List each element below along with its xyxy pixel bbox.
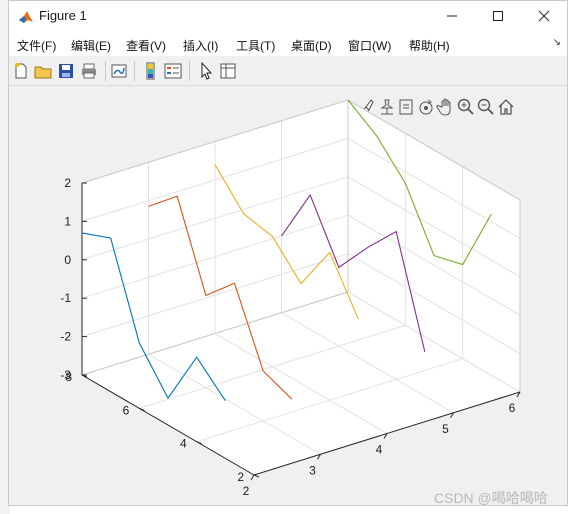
figure-window: Figure 1 文件(F) 编辑(E) 查看(V) 插入(I) 工具(T) 桌… — [8, 0, 568, 506]
z-tick-label: -2 — [60, 330, 71, 344]
y-tick-label: 2 — [237, 470, 244, 484]
link-plot-icon[interactable] — [109, 61, 129, 81]
toolbar-separator — [189, 61, 190, 81]
x-tick-label: 3 — [309, 463, 316, 477]
matlab-logo-icon — [17, 8, 35, 26]
new-figure-icon[interactable] — [11, 61, 31, 81]
x-tick-label: 5 — [442, 422, 449, 436]
z-tick-label: 1 — [64, 214, 71, 228]
z-tick-label: -1 — [60, 291, 71, 305]
menu-tools[interactable]: 工具(T) — [236, 37, 275, 54]
y-tick-mark — [253, 474, 260, 478]
x-tick-label: 4 — [376, 443, 383, 457]
y-tick-label: 6 — [123, 403, 130, 417]
menu-file[interactable]: 文件(F) — [17, 37, 56, 54]
edit-plot-icon[interactable] — [196, 61, 216, 81]
watermark: CSDN @喝哈喝哈 — [434, 490, 548, 506]
plot-axes[interactable]: 234562468-3-2-1012 — [9, 87, 569, 507]
z-tick-label: 0 — [64, 253, 71, 267]
menu-insert[interactable]: 插入(I) — [183, 37, 218, 54]
y-tick-label: 4 — [180, 437, 187, 451]
figure-toolbar — [9, 56, 567, 86]
open-file-icon[interactable] — [33, 61, 53, 81]
maximize-icon — [493, 11, 503, 21]
menu-overflow-icon[interactable]: ↘ — [553, 37, 561, 48]
maximize-button[interactable] — [475, 1, 521, 32]
menu-view[interactable]: 查看(V) — [126, 37, 166, 54]
z-tick-label: 2 — [64, 176, 71, 190]
print-icon[interactable] — [79, 61, 99, 81]
insert-colorbar-icon[interactable] — [141, 61, 161, 81]
menu-help[interactable]: 帮助(H) — [409, 37, 450, 54]
x-tick-mark — [250, 474, 255, 481]
x-tick-label: 6 — [509, 401, 516, 415]
z-tick-label: -3 — [60, 368, 71, 382]
menu-bar: 文件(F) 编辑(E) 查看(V) 插入(I) 工具(T) 桌面(D) 窗口(W… — [9, 32, 567, 56]
x-tick-label: 2 — [243, 484, 250, 498]
grid — [81, 99, 521, 476]
title-bar[interactable]: Figure 1 — [9, 1, 567, 32]
insert-legend-icon[interactable] — [163, 61, 183, 81]
menu-edit[interactable]: 编辑(E) — [71, 37, 111, 54]
minimize-icon — [447, 15, 457, 17]
toolbar-separator — [134, 61, 135, 81]
close-button[interactable] — [521, 1, 567, 32]
window-title: Figure 1 — [39, 8, 87, 23]
toolbar-separator — [105, 61, 106, 81]
menu-desktop[interactable]: 桌面(D) — [291, 37, 332, 54]
minimize-button[interactable] — [429, 1, 475, 32]
close-icon — [538, 10, 550, 22]
menu-window[interactable]: 窗口(W) — [348, 37, 391, 54]
save-icon[interactable] — [56, 61, 76, 81]
property-inspector-icon[interactable] — [218, 61, 238, 81]
